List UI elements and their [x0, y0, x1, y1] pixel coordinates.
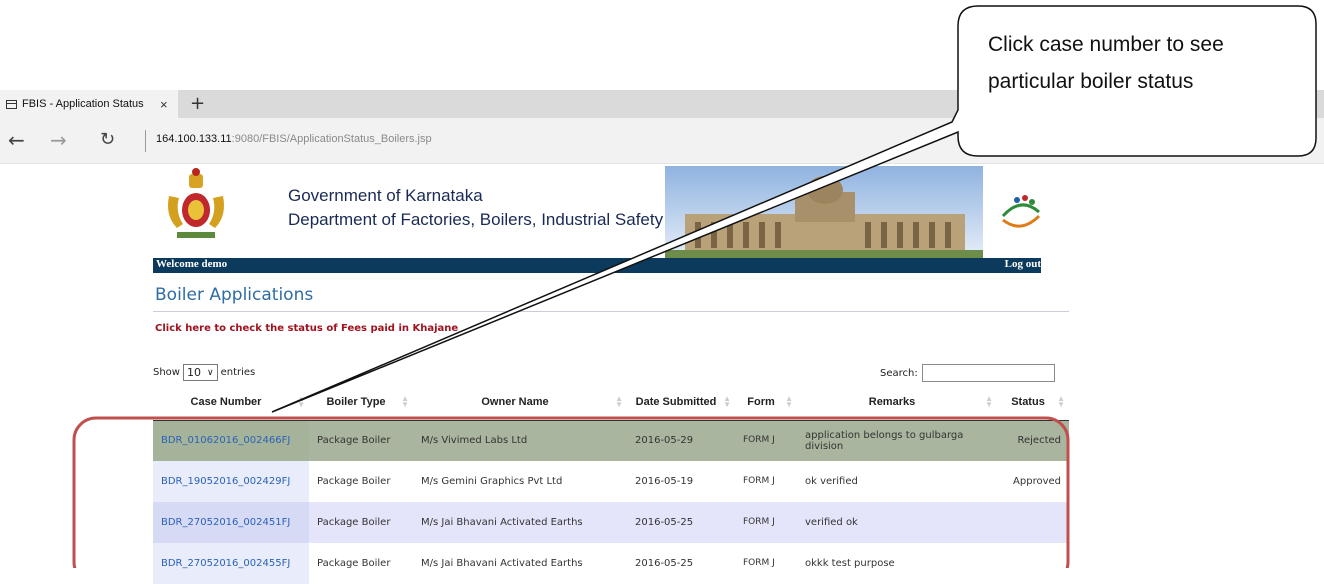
table-row: BDR_27052016_002451FJ Package Boiler M/s…	[153, 502, 1069, 543]
col-label: Boiler Type	[326, 396, 386, 409]
callout-line: Click case number to see	[988, 33, 1224, 56]
case-number-cell: BDR_27052016_002451FJ	[153, 502, 309, 543]
chevron-down-icon: ∨	[206, 367, 214, 378]
boiler-type-cell: Package Boiler	[317, 558, 391, 569]
sort-icon: ▲ ▼	[1057, 394, 1065, 409]
date-cell: 2016-05-25	[635, 558, 694, 569]
case-number-cell: BDR_27052016_002455FJ	[153, 543, 309, 584]
col-label: Owner Name	[481, 396, 549, 409]
status-cell	[997, 543, 1069, 584]
case-number-link[interactable]: BDR_19052016_002429FJ	[161, 476, 290, 487]
refresh-icon[interactable]: ↻	[100, 129, 115, 150]
url-path: :9080/FBIS/ApplicationStatus_Boilers.jsp	[231, 133, 432, 145]
col-label: Status	[1011, 396, 1045, 409]
show-label: Show	[153, 367, 180, 378]
col-case-number[interactable]: Case Number ▲ ▼	[153, 385, 309, 421]
browser-tab[interactable]: FBIS - Application Status ×	[0, 90, 178, 118]
close-icon[interactable]: ×	[160, 97, 168, 112]
karnataka-emblem-icon	[168, 168, 224, 238]
fees-status-link[interactable]: Click here to check the status of Fees p…	[155, 323, 458, 334]
welcome-text: Welcome demo	[156, 258, 228, 270]
col-boiler-type[interactable]: Boiler Type ▲ ▼	[309, 385, 413, 421]
remarks-cell: application belongs to gulbarga division	[805, 429, 964, 452]
col-date-submitted[interactable]: Date Submitted ▲ ▼	[627, 385, 735, 421]
case-number-cell: BDR_19052016_002429FJ	[153, 461, 309, 502]
separator	[145, 130, 146, 152]
callout-text: Click case number to see particular boil…	[988, 26, 1308, 100]
table-row: BDR_19052016_002429FJ Package Boiler M/s…	[153, 461, 1069, 502]
page-title: Boiler Applications	[155, 285, 314, 305]
sort-icon: ▲ ▼	[401, 394, 409, 409]
sort-icon: ▲ ▼	[785, 394, 793, 409]
boiler-type-cell: Package Boiler	[317, 476, 391, 487]
col-form[interactable]: Form ▲ ▼	[735, 385, 797, 421]
vidhana-soudha-image	[665, 166, 983, 258]
url-host: 164.100.133.11	[156, 133, 232, 145]
col-label: Remarks	[868, 396, 916, 409]
table-row: BDR_27052016_002455FJ Package Boiler M/s…	[153, 543, 1069, 584]
boiler-type-cell: Package Boiler	[317, 517, 391, 528]
entries-length-control: Show 10 ∨ entries	[153, 364, 255, 381]
col-remarks[interactable]: Remarks ▲ ▼	[797, 385, 997, 421]
address-bar: ← → ↻ 164.100.133.11:9080/FBIS/Applicati…	[0, 118, 1324, 164]
forward-arrow-icon[interactable]: →	[50, 128, 67, 152]
entries-value: 10	[186, 366, 201, 379]
government-name: Government of Karnataka	[288, 186, 483, 205]
remarks-cell: verified ok	[805, 517, 858, 528]
owner-name-cell: M/s Jai Bhavani Activated Earths	[421, 558, 583, 569]
case-number-cell: BDR_01062016_002466FJ	[153, 420, 309, 461]
tab-title: FBIS - Application Status	[22, 98, 144, 110]
form-cell: FORM J	[743, 435, 775, 446]
site-header: Government of Karnataka Department of Fa…	[153, 166, 1041, 258]
case-number-link[interactable]: BDR_27052016_002451FJ	[161, 517, 290, 528]
col-label: Case Number	[190, 396, 262, 409]
form-cell: FORM J	[743, 476, 775, 486]
status-cell: Rejected	[1017, 435, 1061, 447]
page-icon	[6, 99, 17, 109]
status-cell	[997, 502, 1069, 543]
divider	[153, 311, 1069, 312]
owner-name-cell: M/s Vivimed Labs Ltd	[421, 435, 528, 447]
entries-select[interactable]: 10 ∨	[182, 364, 218, 381]
remarks-cell: okkk test purpose	[805, 558, 895, 569]
date-cell: 2016-05-29	[635, 435, 694, 447]
form-cell: FORM J	[743, 558, 775, 568]
case-number-link[interactable]: BDR_01062016_002466FJ	[161, 435, 290, 446]
col-status[interactable]: Status ▲ ▼	[997, 385, 1069, 421]
welcome-bar: Welcome demo Log out	[153, 258, 1041, 273]
remarks-cell: ok verified	[805, 476, 858, 487]
col-label: Form	[747, 396, 775, 409]
sort-icon: ▲ ▼	[723, 394, 731, 409]
table-row: BDR_01062016_002466FJ Package Boiler M/s…	[153, 420, 1069, 461]
back-arrow-icon[interactable]: ←	[8, 128, 25, 152]
table-search: Search:	[880, 364, 1055, 382]
col-owner-name[interactable]: Owner Name ▲ ▼	[413, 385, 627, 421]
sort-icon: ▲ ▼	[297, 394, 305, 409]
logout-link[interactable]: Log out	[1005, 258, 1041, 270]
sort-icon: ▲ ▼	[615, 394, 623, 409]
entries-label: entries	[220, 367, 256, 378]
case-number-link[interactable]: BDR_27052016_002455FJ	[161, 558, 290, 569]
callout-line: particular boiler status	[988, 70, 1194, 93]
owner-name-cell: M/s Jai Bhavani Activated Earths	[421, 517, 583, 528]
status-cell: Approved	[1013, 476, 1061, 487]
boiler-applications-table: Case Number ▲ ▼ Boiler Type ▲ ▼ Owner Name ▲ ▼…	[153, 385, 1069, 584]
date-cell: 2016-05-19	[635, 476, 694, 487]
col-label: Date Submitted	[635, 396, 717, 409]
department-logo-icon	[1001, 195, 1041, 228]
sort-icon: ▲ ▼	[985, 394, 993, 409]
table-header-row: Case Number ▲ ▼ Boiler Type ▲ ▼ Owner Name ▲ ▼…	[153, 385, 1069, 421]
boiler-type-cell: Package Boiler	[317, 435, 391, 447]
date-cell: 2016-05-25	[635, 517, 694, 528]
search-input[interactable]	[921, 364, 1055, 382]
url-field[interactable]: 164.100.133.11:9080/FBIS/ApplicationStat…	[156, 133, 432, 145]
new-tab-icon[interactable]: +	[190, 93, 205, 114]
search-label: Search:	[880, 367, 918, 379]
form-cell: FORM J	[743, 517, 775, 527]
owner-name-cell: M/s Gemini Graphics Pvt Ltd	[421, 476, 563, 487]
